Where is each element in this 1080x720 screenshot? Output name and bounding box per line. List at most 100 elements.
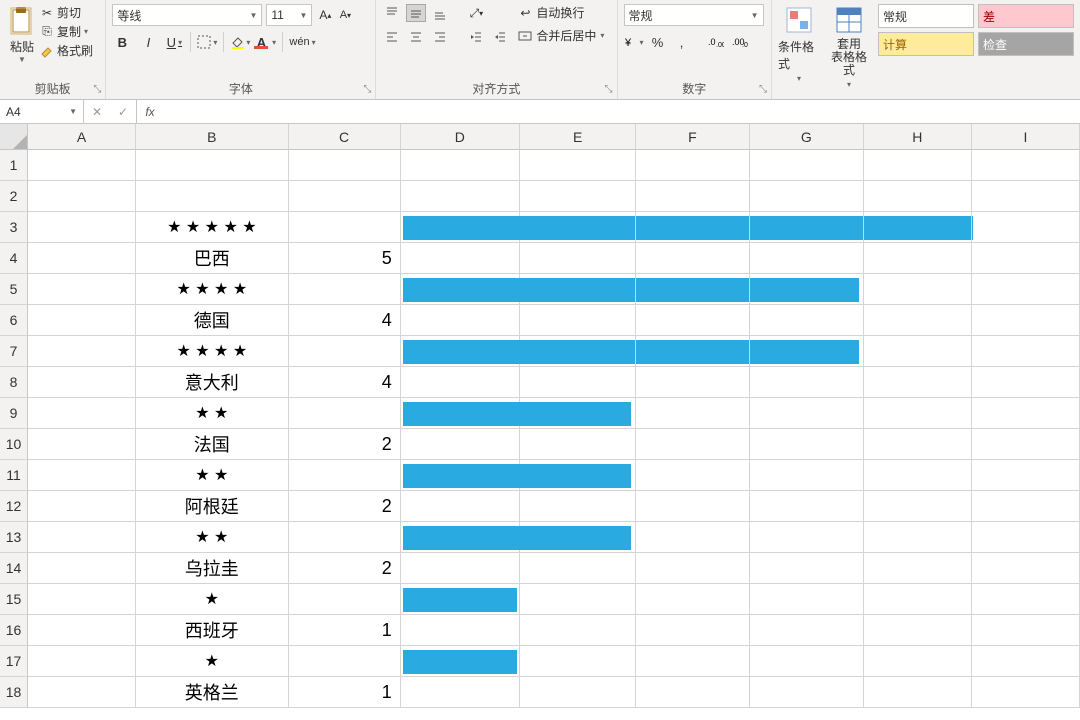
align-top-button[interactable] xyxy=(382,4,402,22)
cell[interactable] xyxy=(750,460,864,491)
cell[interactable] xyxy=(750,646,864,677)
cell[interactable] xyxy=(28,429,136,460)
cut-button[interactable]: ✂ 剪切 xyxy=(40,4,93,21)
cell[interactable] xyxy=(864,305,972,336)
align-center-button[interactable] xyxy=(406,28,426,46)
cell[interactable] xyxy=(864,150,972,181)
row-header-13[interactable]: 13 xyxy=(0,522,28,553)
cell[interactable] xyxy=(401,460,521,491)
row-header-7[interactable]: 7 xyxy=(0,336,28,367)
font-color-button[interactable]: A▾ xyxy=(256,32,276,52)
cell[interactable] xyxy=(636,243,750,274)
cell[interactable] xyxy=(28,646,136,677)
cell[interactable] xyxy=(520,584,636,615)
cell[interactable] xyxy=(289,584,401,615)
cell[interactable] xyxy=(136,181,288,212)
cell[interactable] xyxy=(28,336,136,367)
row-header-10[interactable]: 10 xyxy=(0,429,28,460)
cell[interactable]: 法国 xyxy=(136,429,288,460)
cell[interactable] xyxy=(750,553,864,584)
cell[interactable] xyxy=(972,243,1080,274)
cell[interactable] xyxy=(636,305,750,336)
cell-styles-gallery[interactable]: 常规 差 计算 检查 xyxy=(878,4,1074,56)
merge-center-button[interactable]: 合并后居中 ▾ xyxy=(518,27,604,44)
cell[interactable] xyxy=(289,212,401,243)
decrease-indent-button[interactable] xyxy=(466,28,486,46)
cell[interactable] xyxy=(972,677,1080,708)
cell[interactable] xyxy=(289,522,401,553)
borders-button[interactable]: ▾ xyxy=(197,32,217,52)
cell[interactable] xyxy=(520,212,636,243)
cell[interactable]: 2 xyxy=(289,491,401,522)
cell[interactable] xyxy=(972,181,1080,212)
cell[interactable] xyxy=(401,615,521,646)
cell[interactable] xyxy=(972,305,1080,336)
cell[interactable] xyxy=(636,429,750,460)
cell[interactable] xyxy=(972,584,1080,615)
increase-font-button[interactable]: A▴ xyxy=(316,6,334,24)
row-header-17[interactable]: 17 xyxy=(0,646,28,677)
cell[interactable] xyxy=(864,274,972,305)
cell[interactable] xyxy=(864,677,972,708)
col-header-C[interactable]: C xyxy=(289,124,401,150)
cell[interactable] xyxy=(28,553,136,584)
cell[interactable] xyxy=(401,305,521,336)
phonetic-button[interactable]: wén▾ xyxy=(289,32,315,52)
cell[interactable] xyxy=(401,491,521,522)
cell[interactable] xyxy=(636,460,750,491)
cell[interactable] xyxy=(289,150,401,181)
cell[interactable] xyxy=(289,336,401,367)
comma-button[interactable]: , xyxy=(672,32,692,52)
cell[interactable] xyxy=(864,522,972,553)
row-header-11[interactable]: 11 xyxy=(0,460,28,491)
col-header-E[interactable]: E xyxy=(520,124,636,150)
cell[interactable] xyxy=(28,584,136,615)
cell[interactable] xyxy=(289,274,401,305)
cell[interactable] xyxy=(972,367,1080,398)
row-header-18[interactable]: 18 xyxy=(0,677,28,708)
cell[interactable] xyxy=(864,243,972,274)
cell[interactable] xyxy=(520,181,636,212)
cell[interactable] xyxy=(636,274,750,305)
cell[interactable] xyxy=(750,367,864,398)
cell[interactable] xyxy=(864,491,972,522)
cell[interactable] xyxy=(750,491,864,522)
cell[interactable] xyxy=(750,429,864,460)
cell[interactable] xyxy=(972,429,1080,460)
cell[interactable]: ★ ★ ★ ★ xyxy=(136,336,288,367)
formula-input[interactable] xyxy=(163,100,1080,123)
cell[interactable] xyxy=(636,522,750,553)
cell[interactable] xyxy=(28,491,136,522)
cell[interactable] xyxy=(636,553,750,584)
cell[interactable] xyxy=(864,646,972,677)
wrap-text-button[interactable]: ↩ 自动换行 xyxy=(518,4,604,21)
underline-button[interactable]: U▾ xyxy=(164,32,184,52)
cell[interactable]: ★ xyxy=(136,646,288,677)
cell[interactable] xyxy=(972,615,1080,646)
cell[interactable] xyxy=(864,460,972,491)
row-header-4[interactable]: 4 xyxy=(0,243,28,274)
cell[interactable] xyxy=(289,398,401,429)
decrease-decimal-button[interactable]: .00.0 xyxy=(730,32,750,52)
cancel-formula-button[interactable]: ✕ xyxy=(84,105,110,119)
cell[interactable] xyxy=(864,398,972,429)
fill-color-button[interactable]: ▾ xyxy=(230,32,250,52)
cell[interactable]: ★ ★ ★ ★ ★ xyxy=(136,212,288,243)
col-header-I[interactable]: I xyxy=(972,124,1080,150)
cell[interactable] xyxy=(520,336,636,367)
cell[interactable]: 4 xyxy=(289,305,401,336)
paste-button[interactable]: 粘贴 ▼ xyxy=(6,4,38,64)
cell[interactable]: 阿根廷 xyxy=(136,491,288,522)
cell[interactable] xyxy=(520,646,636,677)
orientation-button[interactable]: ⤢▾ xyxy=(466,4,486,22)
cell[interactable] xyxy=(401,677,521,708)
table-format-button[interactable]: 套用 表格格式 ▾ xyxy=(828,4,870,89)
align-middle-button[interactable] xyxy=(406,4,426,22)
cell[interactable] xyxy=(636,615,750,646)
cell[interactable] xyxy=(864,181,972,212)
cell[interactable] xyxy=(28,522,136,553)
format-painter-button[interactable]: 格式刷 xyxy=(40,42,93,59)
cell[interactable] xyxy=(636,491,750,522)
cell[interactable] xyxy=(520,367,636,398)
cell[interactable] xyxy=(972,522,1080,553)
